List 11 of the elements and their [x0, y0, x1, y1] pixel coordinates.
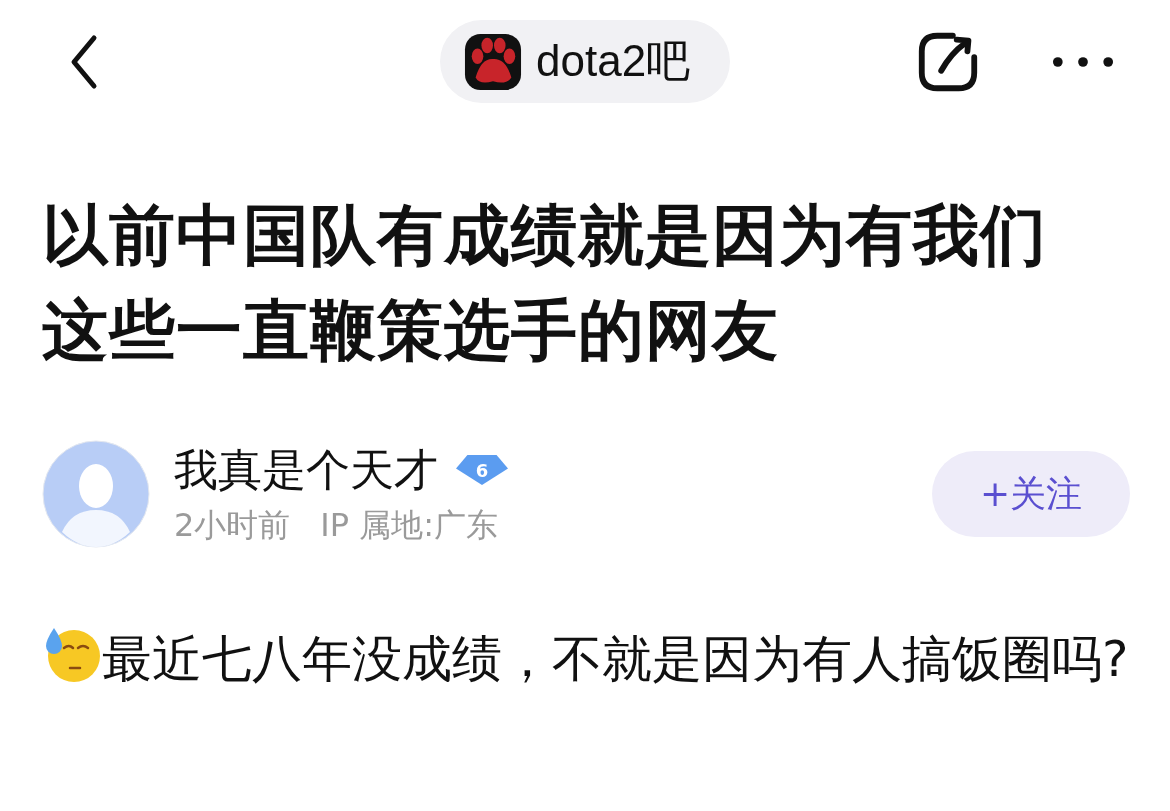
forum-name: dota2吧	[536, 35, 691, 87]
post-time: 2小时前	[174, 505, 291, 546]
more-icon[interactable]	[1052, 56, 1114, 68]
post-title: 以前中国队有成绩就是因为有我们这些一直鞭策选手的网友	[42, 196, 1048, 371]
post-body: 最近七八年没成绩，不就是因为有人搞饭圈吗?	[102, 630, 1129, 688]
follow-button[interactable]: +关注	[932, 451, 1130, 537]
level-badge: 6	[456, 455, 508, 485]
author-name[interactable]: 我真是个天才	[174, 442, 438, 498]
forum-pill[interactable]: dota2吧	[440, 20, 730, 103]
ip-location: IP 属地:广东	[320, 505, 499, 546]
paw-logo-icon	[464, 32, 522, 91]
